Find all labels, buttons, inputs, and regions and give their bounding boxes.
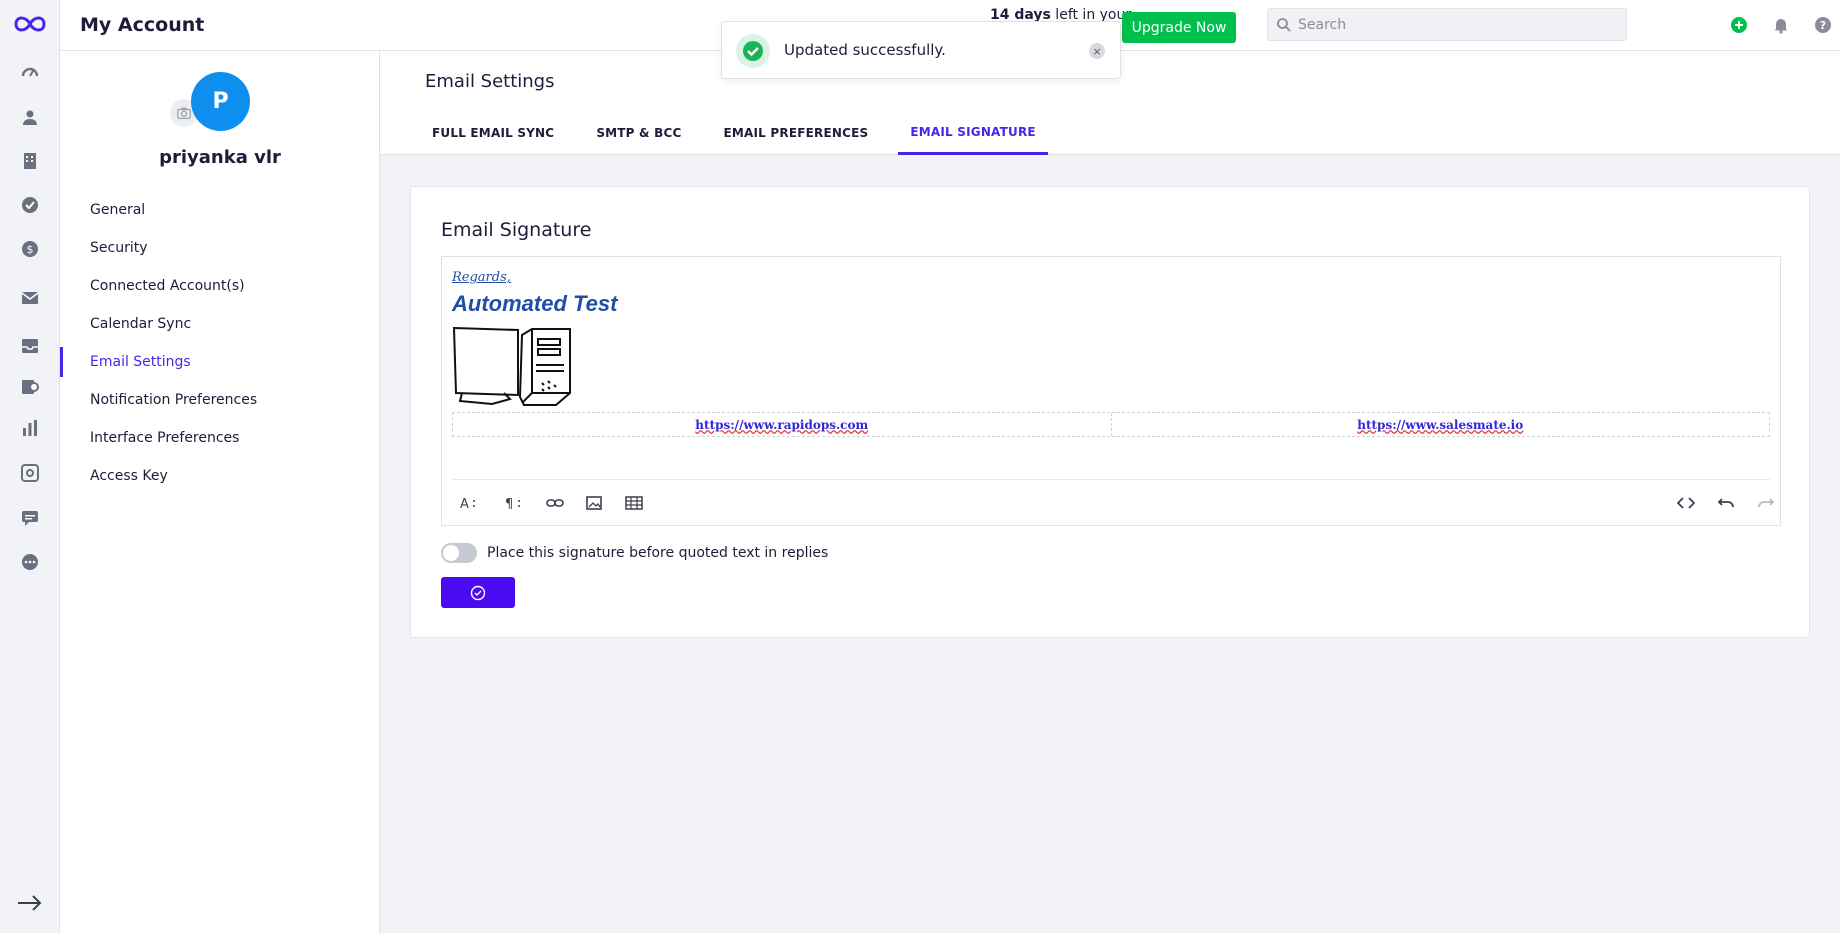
tab-email-signature[interactable]: EMAIL SIGNATURE — [898, 111, 1048, 155]
signature-editor[interactable]: Regards, Automated Test https://www.rapi… — [441, 256, 1781, 526]
signature-link-salesmate[interactable]: https://www.salesmate.io — [1110, 413, 1770, 436]
insert-link-icon[interactable] — [544, 492, 566, 514]
app-rail: $ — [0, 0, 60, 933]
svg-text:?: ? — [1820, 19, 1826, 32]
check-circle-icon — [470, 585, 486, 600]
toast-message: Updated successfully. — [784, 41, 946, 59]
signature-links-table: https://www.rapidops.com https://www.sal… — [452, 412, 1770, 437]
card-title: Email Signature — [441, 219, 592, 241]
help-icon[interactable]: ? — [1814, 16, 1832, 34]
code-view-icon[interactable] — [1675, 492, 1697, 514]
svg-text:¶: ¶ — [505, 497, 513, 512]
email-signature-card: Email Signature Regards, Automated Test — [410, 186, 1810, 638]
signature-placement-label: Place this signature before quoted text … — [487, 545, 829, 561]
account-menu: General Security Connected Account(s) Ca… — [60, 191, 380, 495]
signature-regards[interactable]: Regards, — [452, 270, 511, 285]
svg-text:A: A — [460, 497, 469, 512]
account-menu-item-notification-preferences[interactable]: Notification Preferences — [60, 381, 380, 419]
email-settings-tabs: FULL EMAIL SYNC SMTP & BCC EMAIL PREFERE… — [420, 111, 1066, 155]
companies-icon[interactable] — [20, 151, 40, 171]
contacts-icon[interactable] — [20, 107, 40, 127]
section-heading: Email Settings — [425, 71, 555, 92]
quick-add-icon[interactable] — [1730, 16, 1748, 34]
account-menu-item-calendar-sync[interactable]: Calendar Sync — [60, 305, 380, 343]
account-menu-item-email-settings[interactable]: Email Settings — [60, 343, 380, 381]
chat-icon[interactable] — [20, 508, 40, 528]
more-icon[interactable] — [20, 552, 40, 572]
account-sidebar: P priyanka vlr General Security Connecte… — [60, 51, 380, 933]
deals-icon[interactable]: $ — [20, 239, 40, 259]
account-menu-item-general[interactable]: General — [60, 191, 380, 229]
expand-sidebar-icon[interactable] — [16, 893, 44, 913]
account-menu-item-connected-accounts[interactable]: Connected Account(s) — [60, 267, 380, 305]
apps-icon[interactable] — [20, 463, 40, 483]
reports-icon[interactable] — [20, 418, 40, 438]
editor-toolbar: A ¶ — [452, 479, 1775, 526]
account-menu-item-interface-preferences[interactable]: Interface Preferences — [60, 419, 380, 457]
email-icon[interactable] — [20, 288, 40, 308]
tab-email-preferences[interactable]: EMAIL PREFERENCES — [711, 111, 880, 155]
computer-image[interactable] — [452, 325, 574, 407]
signature-name[interactable]: Automated Test — [452, 291, 617, 317]
account-menu-item-access-key[interactable]: Access Key — [60, 457, 380, 495]
search-icon — [1277, 17, 1291, 32]
search-input[interactable] — [1298, 16, 1618, 33]
tab-smtp-bcc[interactable]: SMTP & BCC — [584, 111, 693, 155]
account-menu-item-security[interactable]: Security — [60, 229, 380, 267]
campaigns-icon[interactable] — [20, 377, 40, 397]
upgrade-now-button[interactable]: Upgrade Now — [1122, 12, 1236, 43]
dashboard-icon[interactable] — [20, 62, 40, 82]
notifications-bell-icon[interactable] — [1772, 16, 1790, 34]
undo-icon[interactable] — [1715, 492, 1737, 514]
toast-close-icon[interactable]: × — [1089, 43, 1105, 59]
svg-text:$: $ — [27, 243, 34, 256]
profile-avatar[interactable]: P — [191, 72, 250, 131]
redo-icon — [1755, 492, 1777, 514]
page-title: My Account — [80, 14, 205, 36]
insert-image-icon[interactable] — [583, 492, 605, 514]
insert-table-icon[interactable] — [623, 492, 645, 514]
signature-placement-toggle[interactable] — [441, 543, 477, 563]
app-logo-icon[interactable] — [12, 12, 48, 36]
inbox-icon[interactable] — [20, 336, 40, 356]
success-toast: Updated successfully. × — [721, 21, 1121, 79]
signature-link-rapidops[interactable]: https://www.rapidops.com — [453, 413, 1111, 436]
success-check-icon — [736, 34, 770, 68]
signature-placement-row: Place this signature before quoted text … — [441, 542, 828, 564]
global-search[interactable] — [1267, 8, 1627, 41]
tasks-icon[interactable] — [20, 195, 40, 215]
profile-name: priyanka vlr — [159, 147, 281, 168]
paragraph-format-icon[interactable]: ¶ — [502, 492, 524, 514]
tab-full-email-sync[interactable]: FULL EMAIL SYNC — [420, 111, 566, 155]
font-size-icon[interactable]: A — [457, 492, 479, 514]
save-button[interactable] — [441, 577, 515, 608]
